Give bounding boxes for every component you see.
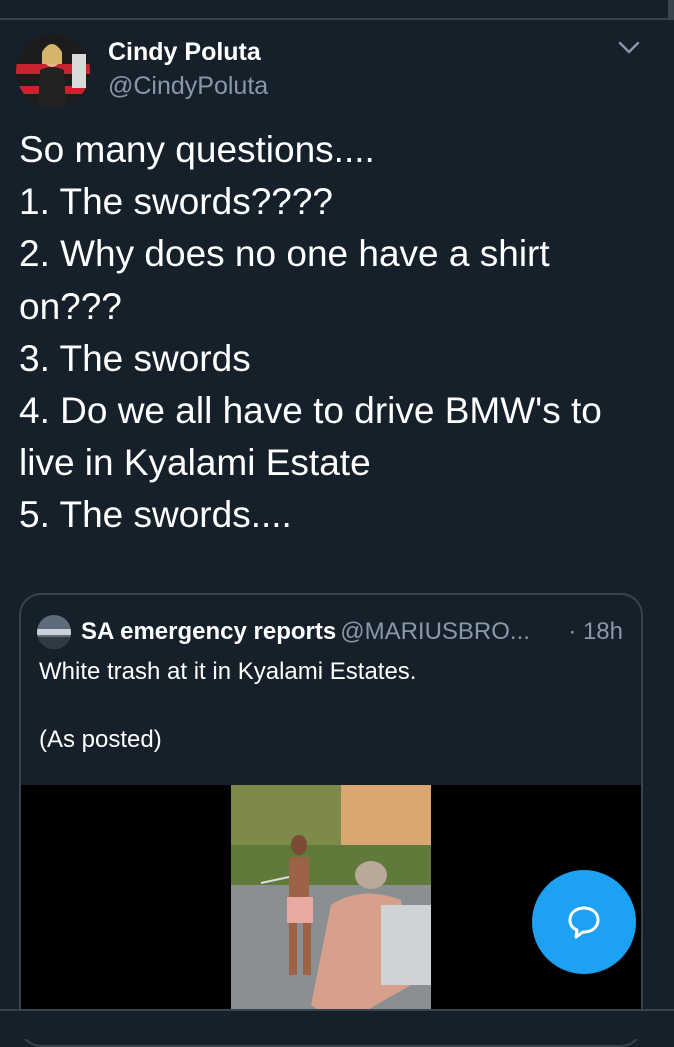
scroll-edge xyxy=(668,0,674,20)
quoted-header: SA emergency reports @MARIUSBRO... xyxy=(81,616,530,648)
tweet-text: So many questions.... 1. The swords???? … xyxy=(19,129,602,536)
quoted-author-avatar xyxy=(37,615,71,649)
quoted-timestamp: · 18h xyxy=(568,618,623,645)
compose-reply-icon xyxy=(568,906,600,939)
quoted-tweet-card[interactable]: SA emergency reports @MARIUSBRO... · 18h … xyxy=(19,593,643,1047)
quoted-author-handle: @MARIUSBRO... xyxy=(340,618,530,645)
bottom-nav-bar xyxy=(0,1011,674,1039)
compose-reply-button[interactable] xyxy=(532,870,636,974)
author-avatar[interactable] xyxy=(16,34,90,108)
quoted-tweet-text: White trash at it in Kyalami Estates. (A… xyxy=(39,658,417,753)
chevron-down-icon[interactable] xyxy=(618,40,640,56)
author-display-name[interactable]: Cindy Poluta xyxy=(108,36,268,68)
author-block[interactable]: Cindy Poluta @CindyPoluta xyxy=(108,36,268,102)
quoted-author-name: SA emergency reports xyxy=(81,618,337,645)
video-thumbnail[interactable] xyxy=(231,785,431,1025)
author-handle[interactable]: @CindyPoluta xyxy=(108,70,268,102)
top-divider xyxy=(0,18,674,20)
